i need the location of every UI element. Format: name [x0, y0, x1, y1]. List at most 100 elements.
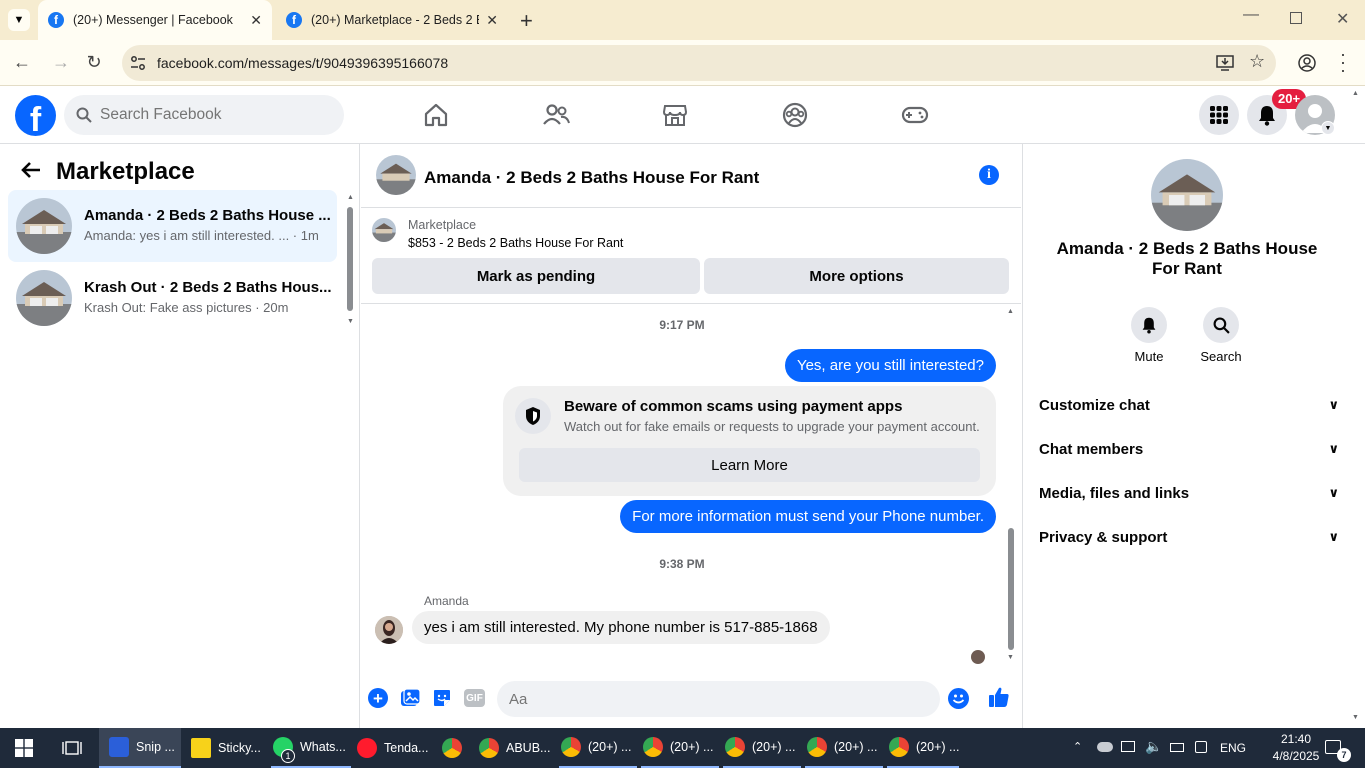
message-timestamp: 9:17 PM	[659, 318, 705, 332]
scroll-down-icon[interactable]: ▼	[1007, 654, 1014, 661]
taskbar-whatsapp[interactable]: Whats...	[271, 728, 351, 768]
incoming-message[interactable]: yes i am still interested. My phone numb…	[412, 611, 830, 644]
profile-picture[interactable]	[1151, 159, 1223, 231]
nav-groups-icon[interactable]	[777, 98, 813, 132]
listing-thumbnail[interactable]	[372, 218, 396, 242]
window-minimize-icon[interactable]: —	[1243, 6, 1259, 24]
back-arrow-icon[interactable]: ←	[11, 52, 33, 73]
taskbar-chrome-window[interactable]: (20+) ...	[805, 728, 883, 768]
taskbar-chrome-window[interactable]: (20+) ...	[887, 728, 959, 768]
nav-home-icon[interactable]	[418, 98, 454, 132]
search-in-conversation-button[interactable]	[1203, 307, 1239, 343]
facebook-logo-icon[interactable]: f	[15, 95, 56, 136]
more-options-button[interactable]: More options	[704, 258, 1009, 294]
facebook-favicon-icon: f	[48, 12, 64, 28]
site-settings-icon[interactable]	[130, 55, 146, 71]
chat-title[interactable]: Amanda · 2 Beds 2 Baths House For Rant	[424, 168, 759, 188]
conversation-name: Amanda · 2 Beds 2 Baths House For Rant	[1056, 239, 1318, 278]
sender-avatar[interactable]	[375, 616, 403, 644]
address-bar[interactable]: facebook.com/messages/t/9049396395166078	[122, 45, 1276, 81]
tab-search-dropdown-icon[interactable]: ▼	[8, 9, 30, 31]
taskbar-chrome-window[interactable]: (20+) ...	[641, 728, 719, 768]
facebook-search-box[interactable]	[64, 95, 344, 135]
chevron-down-icon: ∨	[1328, 529, 1339, 544]
shield-icon	[515, 398, 551, 434]
scrollbar-thumb[interactable]	[1008, 528, 1014, 650]
search-label: Search	[1200, 349, 1242, 364]
bookmark-star-icon[interactable]: ☆	[1249, 51, 1265, 72]
conversation-info-icon[interactable]: i	[979, 165, 999, 185]
taskbar-chrome-window[interactable]: (20+) ...	[723, 728, 801, 768]
browser-tab-strip: ▼ f (20+) Messenger | Facebook ✕ f (20+)…	[0, 0, 1365, 40]
forward-arrow-icon[interactable]: →	[50, 52, 72, 73]
page-scroll-up-icon[interactable]: ▲	[1352, 90, 1359, 97]
menu-grid-button[interactable]	[1199, 95, 1239, 135]
scroll-up-icon[interactable]: ▲	[347, 194, 354, 201]
outgoing-message[interactable]: Yes, are you still interested?	[784, 349, 996, 382]
outgoing-message[interactable]: For more information must send your Phon…	[620, 500, 996, 533]
battery-icon[interactable]	[1170, 743, 1184, 752]
more-actions-plus-icon[interactable]: +	[368, 688, 388, 708]
tray-overflow-icon[interactable]: ⌃	[1073, 740, 1082, 753]
taskbar-chrome-window[interactable]: (20+) ...	[559, 728, 637, 768]
customize-chat-section[interactable]: Customize chat ∨	[1039, 397, 1339, 414]
back-arrow-icon[interactable]	[20, 160, 42, 185]
page-scroll-down-icon[interactable]: ▼	[1352, 714, 1359, 721]
taskbar-opera[interactable]: Tenda...	[355, 728, 435, 768]
thumbs-up-icon[interactable]	[988, 686, 1010, 708]
profile-icon[interactable]	[1298, 54, 1316, 72]
browser-tab-marketplace[interactable]: f (20+) Marketplace - 2 Beds 2 Baths ✕	[276, 0, 508, 40]
chrome-icon	[807, 737, 827, 757]
emoji-icon[interactable]	[948, 688, 969, 709]
taskbar-sticky-notes[interactable]: Sticky...	[189, 728, 265, 768]
network-icon[interactable]	[1121, 741, 1135, 752]
scroll-down-icon[interactable]: ▼	[347, 318, 354, 325]
chat-members-section[interactable]: Chat members ∨	[1039, 441, 1339, 458]
browser-menu-icon[interactable]: · · ·	[1340, 45, 1346, 79]
window-close-icon[interactable]: ✕	[1336, 9, 1349, 29]
privacy-support-section[interactable]: Privacy & support ∨	[1039, 529, 1339, 546]
sticker-icon[interactable]	[432, 688, 452, 708]
task-view-icon[interactable]	[62, 739, 82, 757]
nav-friends-icon[interactable]	[538, 98, 574, 132]
media-files-links-section[interactable]: Media, files and links ∨	[1039, 485, 1339, 502]
window-restore-icon[interactable]	[1290, 12, 1302, 24]
windows-start-icon[interactable]	[15, 739, 33, 757]
close-tab-icon[interactable]: ✕	[250, 12, 262, 29]
nav-gaming-icon[interactable]	[897, 98, 933, 132]
tab-title: (20+) Messenger | Facebook	[73, 13, 233, 27]
clock-date[interactable]: 4/8/2025	[1260, 749, 1332, 763]
mark-as-pending-button[interactable]: Mark as pending	[372, 258, 700, 294]
message-composer: + GIF	[361, 678, 1021, 728]
new-tab-icon[interactable]: +	[520, 8, 533, 34]
message-input[interactable]	[497, 681, 940, 717]
conversation-item[interactable]: Krash Out · 2 Beds 2 Baths Hous... Krash…	[8, 262, 337, 334]
install-app-icon[interactable]	[1216, 55, 1234, 71]
chat-scrollbar[interactable]: ▲ ▼	[1007, 308, 1015, 664]
photo-attach-icon[interactable]	[400, 688, 421, 708]
mute-button[interactable]	[1131, 307, 1167, 343]
search-input[interactable]	[100, 106, 320, 124]
close-tab-icon[interactable]: ✕	[486, 12, 498, 29]
display-icon[interactable]	[1195, 741, 1207, 753]
list-scrollbar[interactable]: ▲ ▼	[346, 194, 354, 325]
scroll-up-icon[interactable]: ▲	[1007, 308, 1014, 315]
gif-icon[interactable]: GIF	[464, 689, 485, 707]
scrollbar-thumb[interactable]	[347, 207, 353, 311]
conversation-item[interactable]: Amanda · 2 Beds 2 Baths House ... Amanda…	[8, 190, 337, 262]
clock-time[interactable]: 21:40	[1266, 732, 1326, 746]
nav-marketplace-icon[interactable]	[657, 98, 693, 132]
onedrive-icon[interactable]	[1097, 742, 1113, 752]
taskbar-snip[interactable]: Snip ...	[99, 728, 181, 768]
account-chevron-icon[interactable]: ▼	[1321, 121, 1335, 135]
volume-icon[interactable]: 🔈	[1145, 738, 1162, 755]
browser-tab-messenger[interactable]: f (20+) Messenger | Facebook ✕	[38, 0, 272, 40]
input-language[interactable]: ENG	[1220, 741, 1246, 755]
bell-icon	[1259, 106, 1275, 126]
taskbar-chrome-abub[interactable]: ABUB...	[477, 728, 557, 768]
learn-more-button[interactable]: Learn More	[519, 448, 980, 482]
chat-avatar[interactable]	[376, 155, 416, 195]
listing-price-title[interactable]: $853 - 2 Beds 2 Baths House For Rant	[408, 236, 623, 250]
reload-icon[interactable]: ↻	[83, 52, 105, 73]
taskbar-chrome[interactable]	[440, 728, 470, 768]
